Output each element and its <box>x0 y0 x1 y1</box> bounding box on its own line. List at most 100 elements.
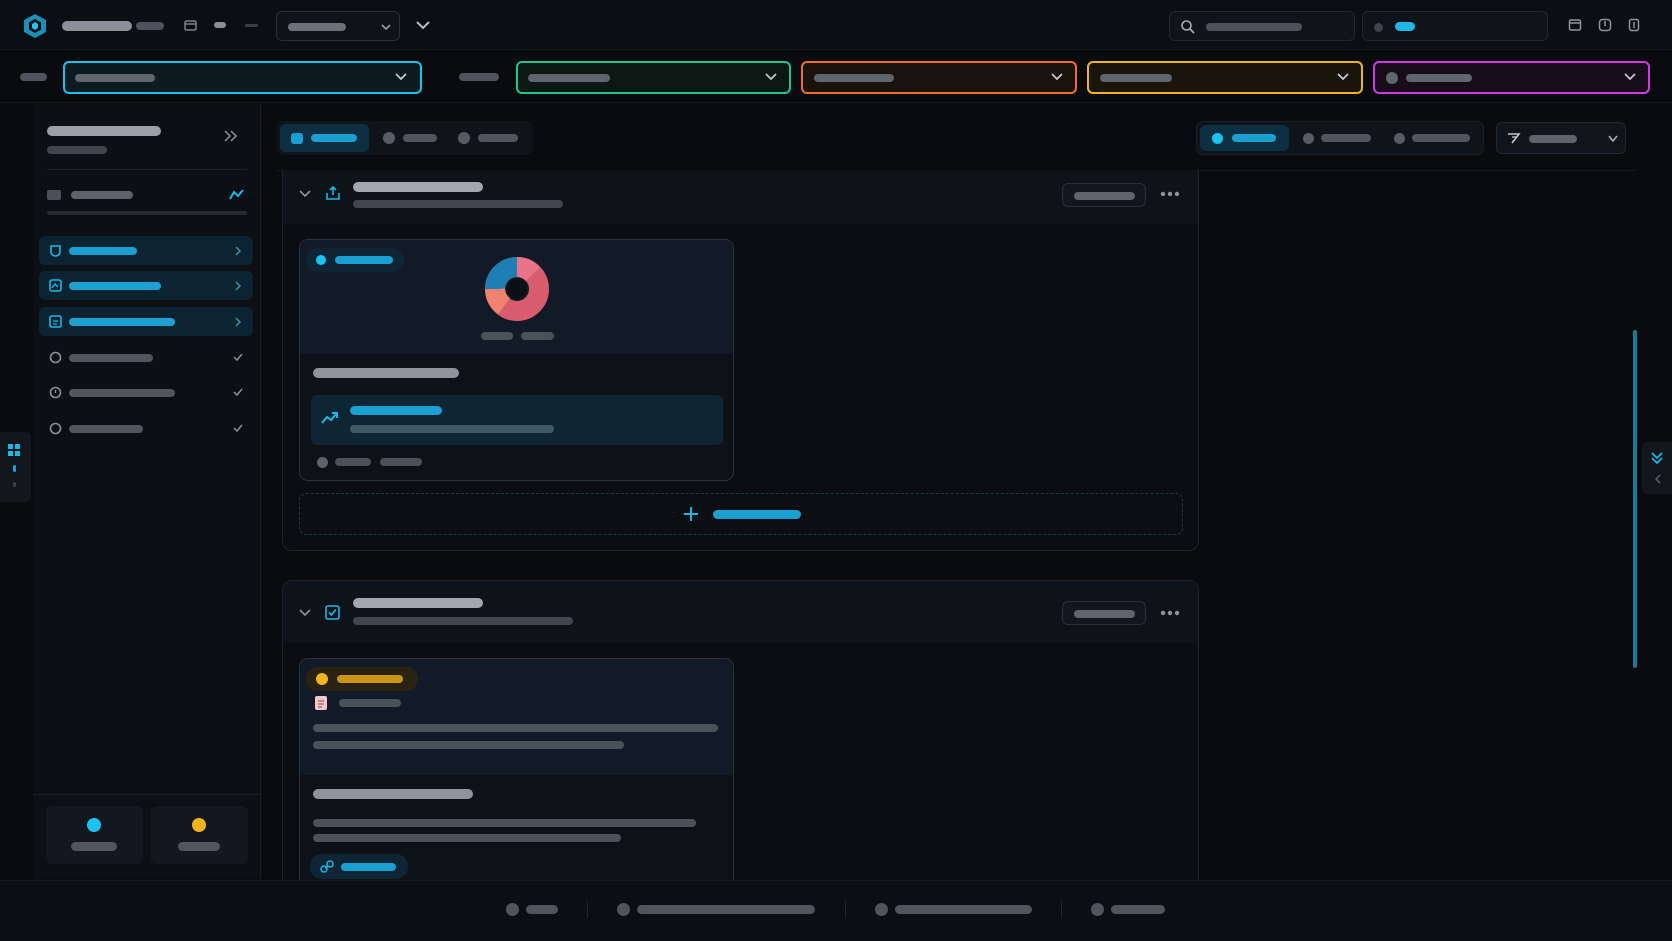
sidebar-item-5[interactable] <box>39 378 253 407</box>
chart-card-title <box>313 368 459 378</box>
chart-legend-1 <box>481 332 513 340</box>
task-card-badge <box>306 667 418 691</box>
chevron-down-icon[interactable] <box>299 190 311 199</box>
panel-icon[interactable] <box>1568 18 1582 32</box>
sidebar-item-1[interactable] <box>39 236 253 265</box>
status-divider-1 <box>587 901 588 918</box>
section-2-title <box>353 598 483 608</box>
status-dot-yellow <box>192 818 206 832</box>
chart-legend-2 <box>521 332 554 340</box>
top-bar <box>0 0 1672 50</box>
chevron-down-icon[interactable] <box>415 18 431 32</box>
chevron-right-icon <box>235 317 242 327</box>
sidebar-item-2[interactable] <box>39 271 253 300</box>
filter-bar <box>0 51 1672 103</box>
section-1-subtitle <box>353 200 563 208</box>
task-card-title <box>313 789 473 799</box>
task-card-desc-line-1 <box>313 724 718 732</box>
hexagon-logo-icon[interactable] <box>22 13 48 39</box>
file-icon <box>314 695 328 711</box>
app-title <box>62 21 132 31</box>
sort-select[interactable] <box>1496 122 1626 154</box>
add-item-button[interactable] <box>299 493 1183 535</box>
progress-label <box>71 191 133 199</box>
trend-icon <box>229 188 244 200</box>
shield-icon <box>49 244 62 257</box>
tab-3-label <box>478 134 518 142</box>
section-1-header <box>283 170 1198 224</box>
trend-callout[interactable] <box>311 395 723 445</box>
chart-card[interactable] <box>299 239 734 481</box>
tab-active[interactable] <box>280 124 369 152</box>
content-scrollbar[interactable] <box>1633 330 1637 668</box>
chevron-down-icon[interactable] <box>299 609 311 618</box>
workspace-select-label <box>288 23 346 31</box>
filter-select-yellow[interactable] <box>1087 61 1363 94</box>
more-dots-icon[interactable] <box>1160 610 1180 616</box>
upload-icon <box>325 185 341 201</box>
status-card-cyan[interactable] <box>46 806 143 864</box>
chevron-left-icon <box>1654 474 1661 484</box>
tab-2-dot <box>383 132 395 144</box>
task-card-badge-label <box>337 675 403 683</box>
task-card-line-1 <box>313 819 696 827</box>
status-item-2-dot <box>617 903 630 916</box>
chart-card-badge-label <box>335 256 393 264</box>
check-icon <box>233 424 243 433</box>
double-chevron-down-icon <box>1651 452 1663 465</box>
mode-tab-active[interactable] <box>1200 125 1289 151</box>
toolbar-dash[interactable] <box>245 24 258 27</box>
edge-toolbar-right[interactable] <box>1642 442 1672 494</box>
circle-icon <box>49 422 62 435</box>
chevron-right-icon <box>235 281 242 291</box>
search-input[interactable] <box>1169 11 1355 41</box>
task-card[interactable] <box>299 658 734 881</box>
sidebar <box>33 104 261 879</box>
sidebar-item-3[interactable] <box>39 307 253 336</box>
edge-toolbar-left[interactable] <box>0 432 31 502</box>
chevron-right-icon <box>235 246 242 256</box>
workspace-select[interactable] <box>276 11 400 41</box>
mode-tab-2[interactable] <box>1297 125 1385 151</box>
tab-2[interactable] <box>377 124 447 152</box>
settings-icon[interactable] <box>1598 18 1612 32</box>
trend-up-icon <box>321 411 339 425</box>
sidebar-progress-row[interactable] <box>47 186 247 218</box>
status-card-cyan-label <box>71 842 117 851</box>
toolbar-pill[interactable] <box>214 22 226 28</box>
status-dot-cyan <box>87 818 101 832</box>
double-chevron-right-icon[interactable] <box>224 130 238 142</box>
filter-dot <box>1386 72 1398 84</box>
sidebar-item-6[interactable] <box>39 414 253 443</box>
tab-3[interactable] <box>452 124 527 152</box>
add-item-label <box>713 510 801 519</box>
more-dots-icon[interactable] <box>1160 191 1180 197</box>
search-placeholder <box>1206 23 1302 31</box>
checkbox-icon <box>325 605 340 620</box>
task-card-line-2 <box>313 834 621 842</box>
link-chip[interactable] <box>310 854 408 879</box>
sidebar-item-4[interactable] <box>39 343 253 372</box>
sidebar-item-4-label <box>69 354 153 362</box>
chevron-down-icon <box>1608 135 1618 143</box>
filter-select-green[interactable] <box>516 61 791 94</box>
chart-card-badge-dot <box>316 255 326 265</box>
sidebar-item-2-label <box>69 282 161 290</box>
task-card-file-name <box>339 699 401 707</box>
filter-select-cyan[interactable] <box>63 61 422 94</box>
status-toggle[interactable] <box>1362 11 1548 41</box>
section-2-badge[interactable] <box>1062 601 1146 625</box>
status-item-3-dot <box>875 903 888 916</box>
window-icon[interactable] <box>184 19 197 32</box>
status-card-yellow[interactable] <box>151 806 248 864</box>
sort-select-label <box>1529 135 1577 143</box>
mode-tab-active-label <box>1232 134 1276 142</box>
filter-select-orange[interactable] <box>801 61 1077 94</box>
sidebar-subtitle <box>47 146 107 154</box>
mode-tab-3[interactable] <box>1388 125 1480 151</box>
filter-select-magenta[interactable] <box>1373 61 1650 94</box>
trend-callout-text <box>350 425 554 433</box>
mode-tab-3-label <box>1412 134 1470 142</box>
section-1-badge[interactable] <box>1062 183 1146 207</box>
info-icon[interactable] <box>1628 18 1640 32</box>
